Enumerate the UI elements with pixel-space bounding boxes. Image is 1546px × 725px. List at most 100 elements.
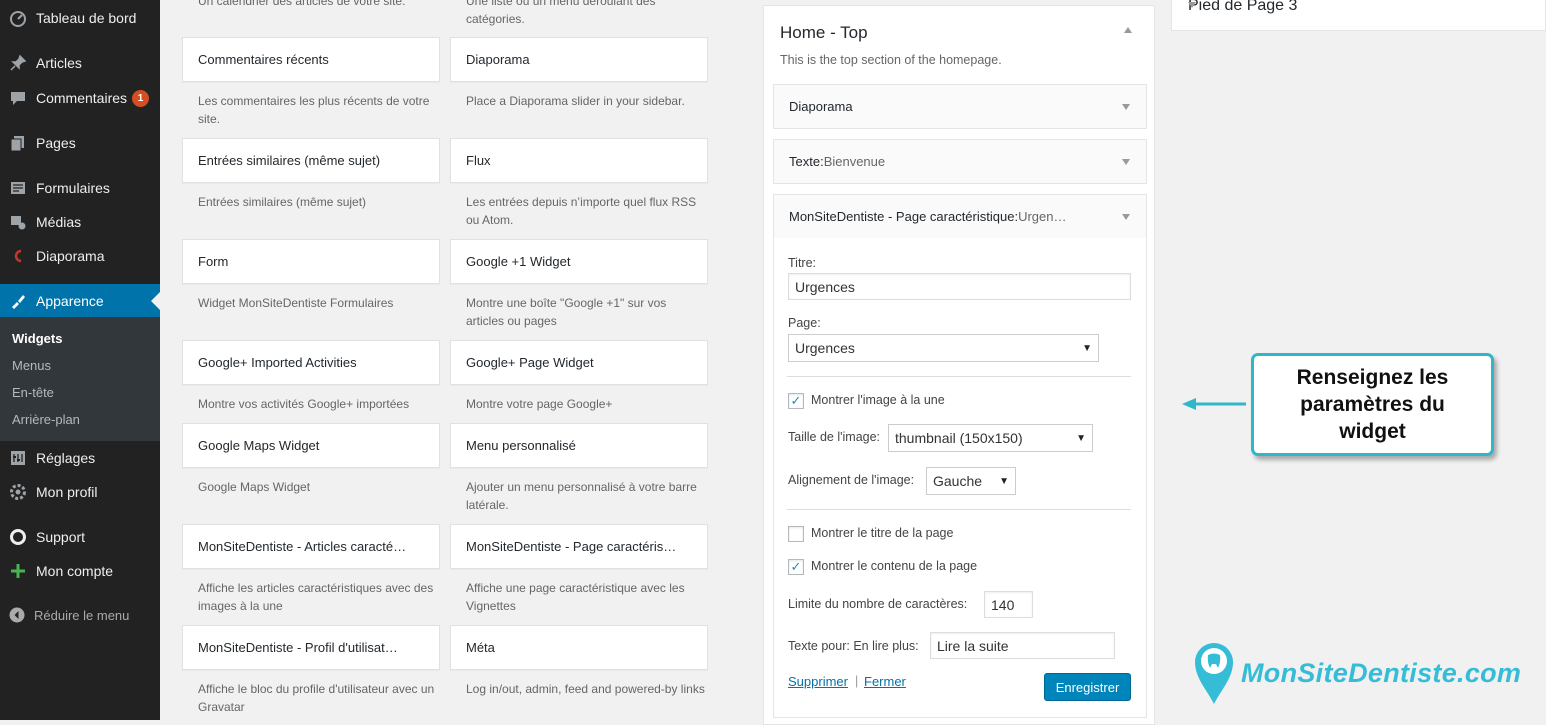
menu-item-articles[interactable]: Articles (0, 46, 160, 80)
widget-description: Widget MonSiteDentiste Formulaires (198, 296, 394, 310)
menu-item-dashboard[interactable]: Tableau de bord (0, 1, 160, 35)
menu-label: Pages (36, 135, 76, 151)
widget-description: Log in/out, admin, feed and powered-by l… (466, 682, 705, 696)
menu-item-support[interactable]: Support (0, 520, 160, 554)
placed-widget-diaporama[interactable]: Diaporama (773, 84, 1147, 129)
widget-area-title: Pied de Page 3 (1188, 0, 1298, 14)
show-title-label: Montrer le titre de la page (811, 526, 954, 540)
widget-tile[interactable]: Google+ Page Widget (450, 340, 708, 385)
show-image-checkbox[interactable]: ✓ (788, 393, 804, 409)
collapse-menu-button[interactable]: Réduire le menu (0, 603, 129, 627)
delete-link[interactable]: Supprimer (788, 674, 848, 689)
widget-description: Les entrées depuis n’importe quel flux R… (466, 195, 697, 227)
widget-tile[interactable]: Form (182, 239, 440, 284)
annotation-arrow-icon (1182, 398, 1246, 410)
menu-label: Réglages (36, 450, 96, 466)
menu-item-slideshow[interactable]: Diaporama (0, 239, 160, 273)
menu-label: Mon compte (36, 563, 114, 579)
comment-icon (0, 89, 36, 107)
collapse-arrow-icon (0, 607, 34, 623)
menu-item-media[interactable]: Médias (0, 205, 160, 239)
char-limit-label: Limite du nombre de caractères: (788, 597, 968, 611)
readmore-input[interactable]: Lire la suite (930, 632, 1115, 659)
collapse-area-icon[interactable] (1124, 27, 1132, 33)
image-size-value: thumbnail (150x150) (895, 430, 1023, 446)
widget-tile[interactable]: Méta (450, 625, 708, 670)
show-title-checkbox[interactable] (788, 526, 804, 542)
widget-area-title[interactable]: Home - Top (780, 23, 868, 43)
placed-widget-texte[interactable]: Texte: Bienvenue (773, 139, 1147, 184)
widget-tile[interactable]: MonSiteDentiste - Articles caracté… (182, 524, 440, 569)
widget-description: Ajouter un menu personnalisé à votre bar… (466, 480, 697, 512)
menu-item-settings[interactable]: Réglages (0, 441, 160, 475)
char-limit-input[interactable]: 140 (984, 591, 1033, 618)
forms-icon (0, 179, 36, 197)
image-align-select[interactable]: Gauche ▼ (926, 467, 1016, 495)
menu-item-appearance[interactable]: Apparence (0, 284, 160, 318)
image-size-select[interactable]: thumbnail (150x150) ▼ (888, 424, 1093, 452)
expand-arrow-icon[interactable] (1122, 159, 1130, 165)
widget-tile[interactable]: Diaporama (450, 37, 708, 82)
widget-description: Google Maps Widget (198, 480, 311, 494)
dropdown-arrow-icon: ▼ (1076, 432, 1086, 444)
checkmark-icon: ✓ (790, 559, 802, 574)
submenu-background[interactable]: Arrière-plan (12, 412, 80, 427)
submenu-header[interactable]: En-tête (12, 385, 54, 400)
widget-tile[interactable]: MonSiteDentiste - Profil d'utilisat… (182, 625, 440, 670)
widget-description: Les commentaires les plus récents de vot… (198, 94, 430, 126)
widget-description: Montre une boîte "Google +1" sur vos art… (466, 296, 667, 328)
menu-item-comments[interactable]: Commentaires 1 (0, 81, 160, 115)
widget-tile[interactable]: Flux (450, 138, 708, 183)
close-link[interactable]: Fermer (864, 674, 906, 689)
widget-description: Affiche le bloc du profile d'utilisateur… (198, 682, 435, 714)
menu-item-pages[interactable]: Pages (0, 126, 160, 160)
titre-input[interactable]: Urgences (788, 273, 1131, 300)
expand-arrow-icon[interactable] (1122, 214, 1130, 220)
widget-title: Texte: (789, 154, 824, 169)
widget-tile[interactable]: Commentaires récents (182, 37, 440, 82)
placed-widget-page-caracteristique[interactable]: MonSiteDentiste - Page caractéristique: … (773, 194, 1147, 239)
page-select[interactable]: Urgences ▼ (788, 334, 1099, 362)
expand-arrow-icon[interactable] (1122, 104, 1130, 110)
menu-label: Médias (36, 214, 82, 230)
titre-label: Titre: (788, 256, 817, 270)
widget-tile[interactable]: Google +1 Widget (450, 239, 708, 284)
widget-tile[interactable]: Google+ Imported Activities (182, 340, 440, 385)
support-icon (0, 528, 36, 546)
show-content-label: Montrer le contenu de la page (811, 559, 978, 573)
brand-text: MonSiteDentiste.com (1241, 657, 1522, 688)
submenu-widgets[interactable]: Widgets (12, 331, 62, 346)
menu-item-forms[interactable]: Formulaires (0, 171, 160, 205)
widget-description: Affiche les articles caractéristiques av… (198, 581, 434, 613)
widget-subtitle: Urgen… (1018, 209, 1067, 224)
admin-sidebar: Tableau de bord Articles Commentaires 1 … (0, 0, 160, 720)
widget-tile[interactable]: MonSiteDentiste - Page caractéris… (450, 524, 708, 569)
widget-description: Entrées similaires (même sujet) (198, 195, 367, 209)
image-size-label: Taille de l'image: (788, 430, 881, 444)
menu-label: Tableau de bord (36, 10, 137, 26)
widget-area-description: This is the top section of the homepage. (780, 53, 1002, 67)
save-button[interactable]: Enregistrer (1044, 673, 1131, 701)
plus-icon (0, 563, 36, 579)
profile-icon (0, 483, 36, 501)
widget-area-home-top: Home - Top This is the top section of th… (763, 5, 1155, 725)
menu-label: Diaporama (36, 248, 105, 264)
collapse-label: Réduire le menu (34, 607, 130, 623)
menu-item-profile[interactable]: Mon profil (0, 475, 160, 509)
dropdown-arrow-icon: ▼ (999, 475, 1009, 487)
widget-tile[interactable]: Menu personnalisé (450, 423, 708, 468)
slideshow-icon (0, 247, 36, 265)
show-content-checkbox[interactable]: ✓ (788, 559, 804, 575)
widget-title: MonSiteDentiste - Page caractéristique: (789, 209, 1019, 224)
readmore-label: Texte pour: En lire plus: (788, 639, 919, 653)
annotation-callout: Renseignez les paramètres du widget (1251, 353, 1494, 456)
widget-tile[interactable]: Entrées similaires (même sujet) (182, 138, 440, 183)
widget-tile[interactable]: Google Maps Widget (182, 423, 440, 468)
widget-description: Une liste ou un menu déroulant des catég… (466, 0, 656, 26)
menu-label: Apparence (36, 293, 104, 309)
menu-label: Support (36, 529, 86, 545)
submenu-menus[interactable]: Menus (12, 358, 51, 373)
widget-area-footer-3[interactable]: Pied de Page 3 (1171, 0, 1546, 31)
expand-arrow-icon[interactable] (1188, 2, 1196, 8)
menu-item-account[interactable]: Mon compte (0, 554, 160, 588)
